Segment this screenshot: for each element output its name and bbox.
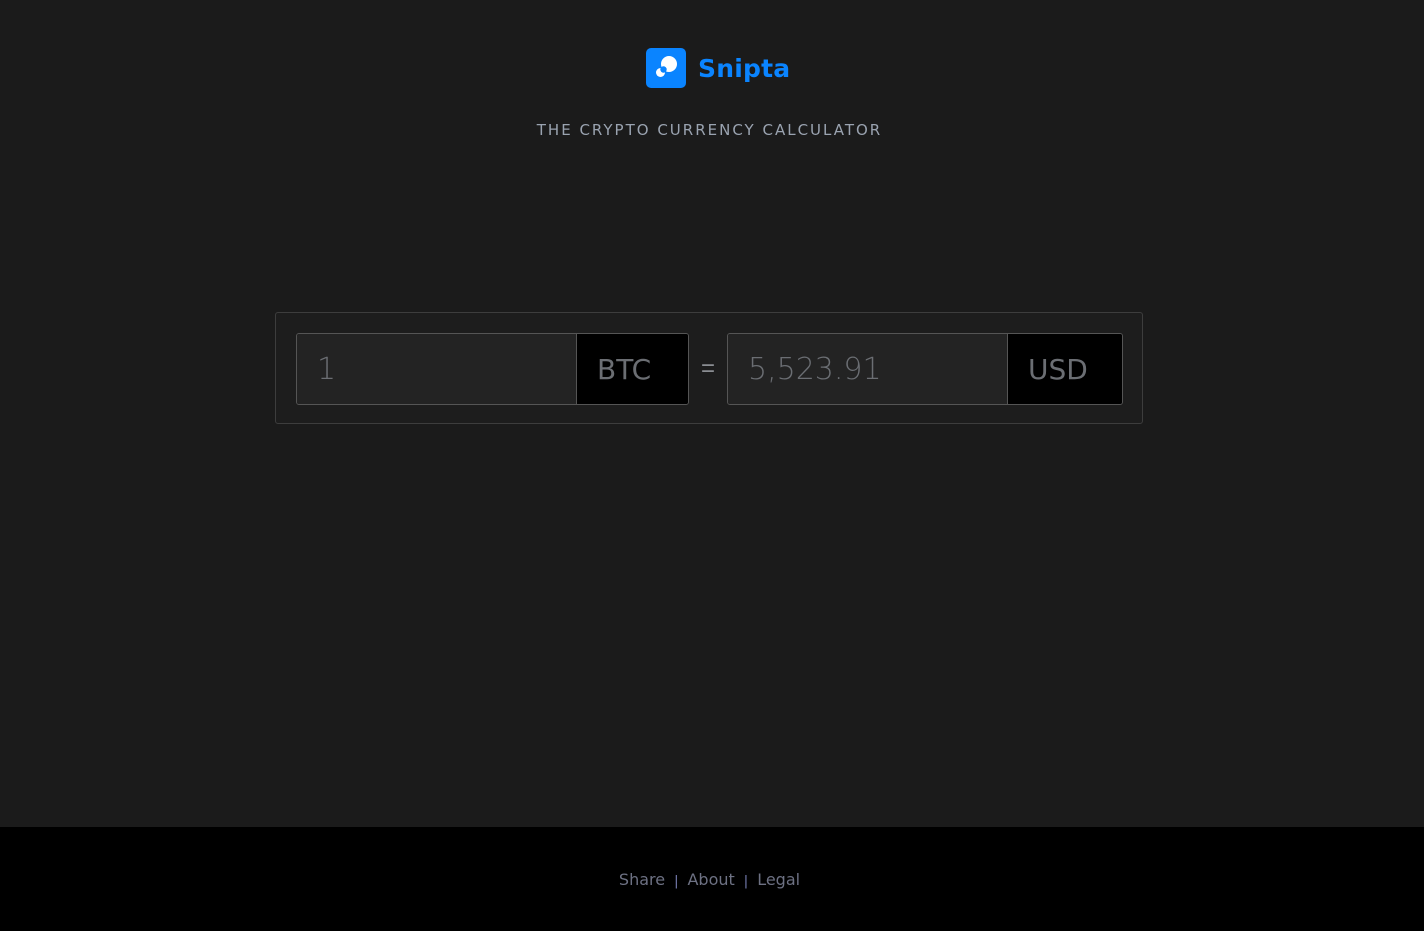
to-currency-select[interactable]: USD — [1007, 334, 1122, 404]
to-amount-input[interactable]: 5,523.91 — [728, 334, 1007, 404]
footer-links: Share | About | Legal — [0, 870, 1419, 889]
from-group: 1 BTC — [296, 333, 689, 405]
footer-link-legal[interactable]: Legal — [757, 870, 800, 889]
from-amount-input[interactable]: 1 — [297, 334, 576, 404]
equals-sign: = — [700, 355, 715, 382]
snipta-logo-icon — [646, 48, 686, 88]
footer-link-about[interactable]: About — [687, 870, 734, 889]
brand-name: Snipta — [698, 53, 791, 83]
to-group: 5,523.91 USD — [727, 333, 1123, 405]
brand-header[interactable]: Snipta — [646, 48, 790, 88]
footer-separator: | — [674, 874, 679, 889]
page: Snipta THE CRYPTO CURRENCY CALCULATOR 1 … — [0, 0, 1424, 931]
footer-separator: | — [743, 874, 749, 889]
footer-link-share[interactable]: Share — [619, 870, 665, 889]
converter-panel: 1 BTC = 5,523.91 USD — [275, 312, 1143, 424]
tagline: THE CRYPTO CURRENCY CALCULATOR — [536, 121, 883, 139]
footer: Share | About | Legal — [0, 827, 1424, 931]
from-currency-select[interactable]: BTC — [576, 334, 688, 404]
